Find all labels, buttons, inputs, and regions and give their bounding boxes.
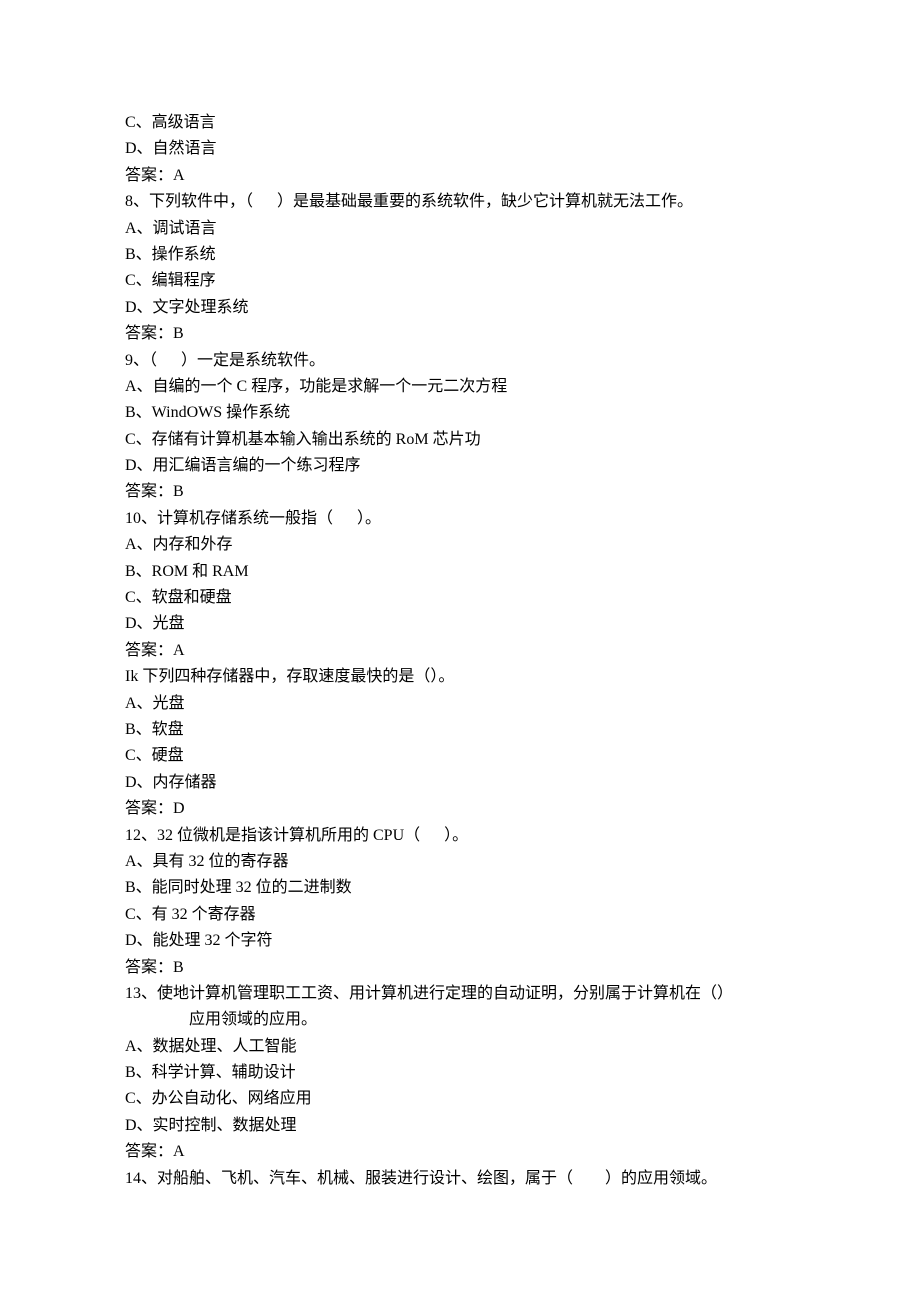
text-line: A、内存和外存 [125,532,795,558]
text-line: 9、（ ）一定是系统软件。 [125,348,795,374]
text-line: 答案：A [125,1139,795,1165]
text-line: C、有 32 个寄存器 [125,902,795,928]
text-line: B、ROM 和 RAM [125,559,795,585]
text-line: B、科学计算、辅助设计 [125,1060,795,1086]
text-line: B、WindOWS 操作系统 [125,400,795,426]
text-line: 答案：D [125,796,795,822]
text-line: 答案：B [125,321,795,347]
text-line: B、能同时处理 32 位的二进制数 [125,875,795,901]
text-line: D、能处理 32 个字符 [125,928,795,954]
text-line: C、编辑程序 [125,268,795,294]
text-line: D、实时控制、数据处理 [125,1113,795,1139]
text-line: D、光盘 [125,611,795,637]
text-line: C、硬盘 [125,743,795,769]
text-line: C、软盘和硬盘 [125,585,795,611]
text-line: 答案：A [125,638,795,664]
text-line: 13、使地计算机管理职工工资、用计算机进行定理的自动证明，分别属于计算机在（） [125,981,795,1007]
text-line: 10、计算机存储系统一般指（ ）。 [125,506,795,532]
text-line: D、自然语言 [125,136,795,162]
text-line: 8、下列软件中，（ ）是最基础最重要的系统软件，缺少它计算机就无法工作。 [125,189,795,215]
text-line: A、调试语言 [125,216,795,242]
text-line: A、具有 32 位的寄存器 [125,849,795,875]
text-line: A、自编的一个 C 程序，功能是求解一个一元二次方程 [125,374,795,400]
text-line: B、软盘 [125,717,795,743]
text-line: B、操作系统 [125,242,795,268]
text-line: A、数据处理、人工智能 [125,1034,795,1060]
text-line: A、光盘 [125,691,795,717]
text-line: D、文字处理系统 [125,295,795,321]
text-line: D、用汇编语言编的一个练习程序 [125,453,795,479]
text-line: 12、32 位微机是指该计算机所用的 CPU（ ）。 [125,823,795,849]
text-line: C、高级语言 [125,110,795,136]
text-line: 答案：A [125,163,795,189]
text-line: Ik 下列四种存储器中，存取速度最快的是（）。 [125,664,795,690]
text-line: D、内存储器 [125,770,795,796]
text-line: C、存储有计算机基本输入输出系统的 RoM 芯片功 [125,427,795,453]
text-line: 答案：B [125,955,795,981]
document-body: C、高级语言D、自然语言答案：A8、下列软件中，（ ）是最基础最重要的系统软件，… [125,110,795,1192]
document-page: C、高级语言D、自然语言答案：A8、下列软件中，（ ）是最基础最重要的系统软件，… [0,0,920,1301]
text-line: C、办公自动化、网络应用 [125,1086,795,1112]
text-line: 应用领域的应用。 [125,1007,795,1033]
text-line: 答案：B [125,479,795,505]
text-line: 14、对船舶、飞机、汽车、机械、服装进行设计、绘图，属于（ ）的应用领域。 [125,1166,795,1192]
